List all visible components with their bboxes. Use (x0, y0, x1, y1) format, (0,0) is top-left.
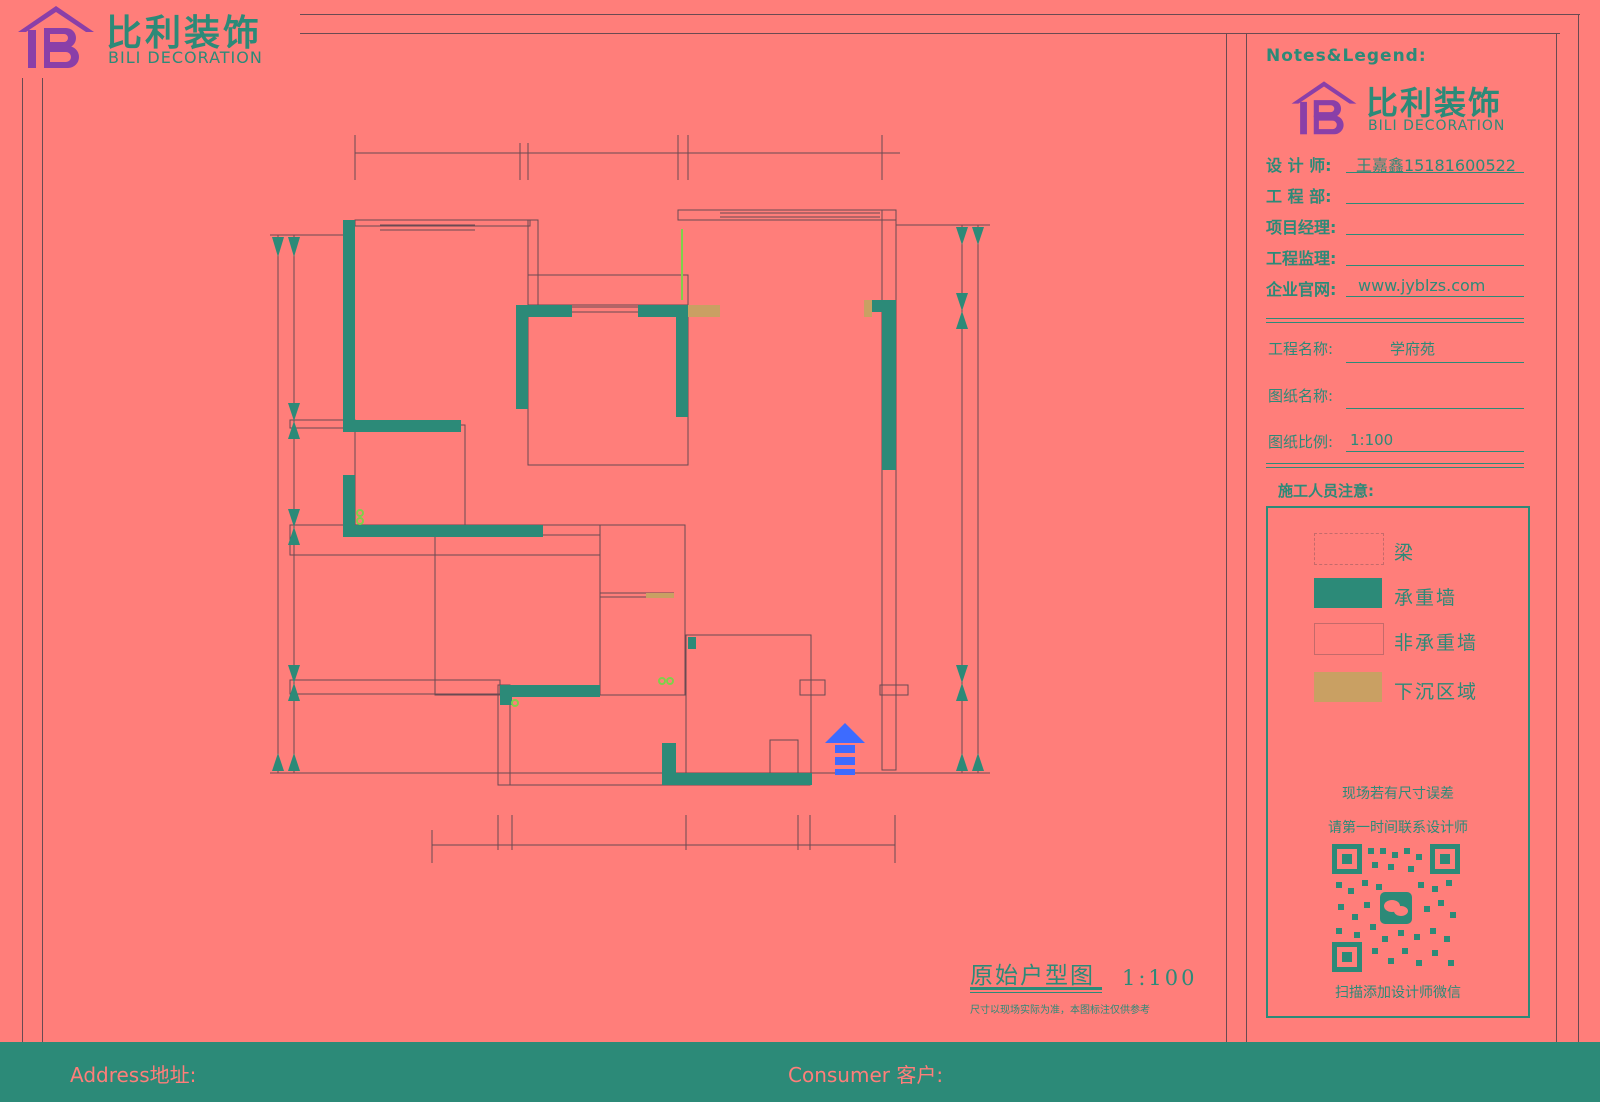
entrance-arrow-icon (825, 723, 865, 775)
drawing-scale-value: 1:100 (1350, 431, 1394, 449)
note-line-1: 现场若有尺寸误差 (1342, 786, 1454, 802)
plan-scale: 1:100 (1122, 966, 1198, 990)
plan-title-underline (970, 987, 1102, 990)
brand-logo-top: 比利装饰 BILI DECORATION (14, 2, 284, 72)
legend-swatch-sunken (1314, 672, 1382, 702)
field-supervisor-label: 工程监理: (1266, 249, 1337, 268)
house-b-logo-icon (18, 6, 94, 68)
legend-swatch-beam (1314, 533, 1384, 565)
footer-bar: Address地址: Consumer 客户: (0, 1042, 1600, 1102)
project-name-value: 学府苑 (1390, 340, 1436, 358)
legend-label-load-bearing: 承重墙 (1394, 587, 1458, 609)
qr-code-icon (1332, 844, 1460, 972)
legend-swatch-load-bearing (1314, 578, 1382, 608)
notice-title: 施工人员注意: (1278, 482, 1374, 500)
field-manager-label: 项目经理: (1266, 218, 1337, 237)
brand-name-en: BILI DECORATION (108, 48, 263, 67)
field-engineering-label: 工 程 部: (1266, 187, 1332, 206)
note-line-2: 请第一时间联系设计师 (1328, 820, 1468, 836)
house-b-logo-icon (1291, 81, 1357, 135)
field-website-value: www.jyblzs.com (1358, 276, 1486, 295)
legend-box: 梁 承重墙 非承重墙 下沉区域 现场若有尺寸误差 请第一时间联系设计师 扫描添加… (1266, 506, 1530, 1018)
floor-plan (270, 135, 990, 863)
plan-title-underline-thin (970, 992, 1102, 993)
brand-logo-sidebar: 比利装饰 BILI DECORATION (1288, 78, 1528, 140)
legend-label-non-load-bearing: 非承重墙 (1394, 632, 1479, 654)
plan-note: 尺寸以现场实际为准，本图标注仅供参考 (970, 1005, 1150, 1016)
legend-label-sunken: 下沉区域 (1394, 681, 1479, 703)
plan-title: 原始户型图 (970, 963, 1095, 989)
plan-title-block: 原始户型图 1:100 尺寸以现场实际为准，本图标注仅供参考 (970, 956, 1210, 1016)
legend-label-beam: 梁 (1394, 542, 1416, 564)
field-website-label: 企业官网: (1266, 280, 1337, 299)
legend-swatch-non-load-bearing (1314, 623, 1384, 655)
sidebar-brand-en: BILI DECORATION (1368, 118, 1506, 134)
notes-title: Notes&Legend: (1266, 46, 1427, 66)
qr-caption: 扫描添加设计师微信 (1335, 985, 1461, 1001)
drawing-name-label: 图纸名称: (1268, 387, 1334, 405)
project-name-label: 工程名称: (1268, 340, 1334, 358)
footer-address-label: Address地址: (70, 1063, 197, 1087)
field-designer-label: 设 计 师: (1266, 156, 1332, 175)
footer-consumer-label: Consumer 客户: (788, 1063, 944, 1087)
drawing-scale-label: 图纸比例: (1268, 433, 1334, 451)
